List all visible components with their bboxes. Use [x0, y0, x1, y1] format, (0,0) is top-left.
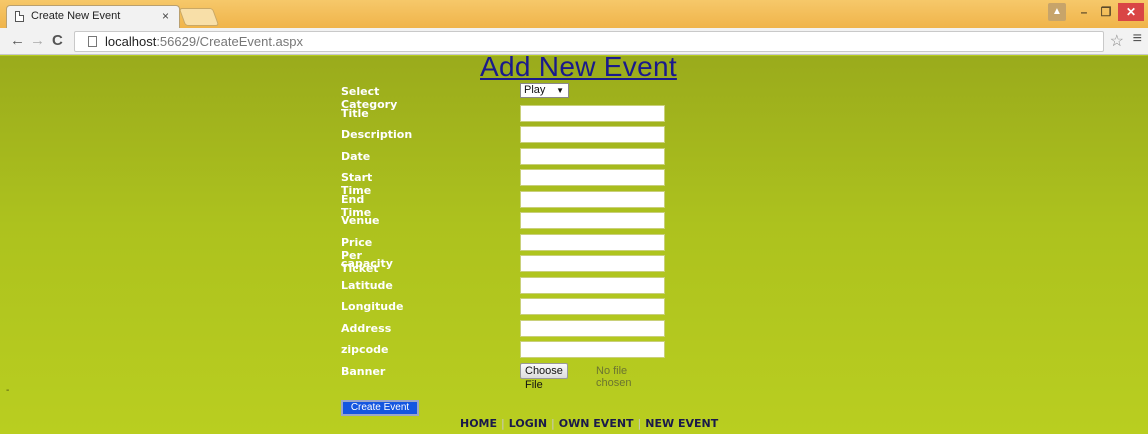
star-icon[interactable]: ☆ — [1110, 31, 1124, 51]
date-label: Date — [341, 149, 371, 163]
choose-file-button[interactable]: Choose File — [520, 362, 568, 391]
create-event-button[interactable]: Create Event — [341, 400, 419, 416]
file-status-text: No file chosen — [596, 364, 632, 389]
back-icon[interactable]: ← — [10, 31, 25, 51]
browser-titlebar: Create New Event × ▲ – ❐ ✕ — [0, 0, 1148, 28]
price-input[interactable] — [520, 233, 665, 251]
title-label: Title — [341, 106, 369, 120]
tab-close-icon[interactable]: × — [162, 6, 169, 27]
category-selected-value: Play — [524, 84, 546, 96]
venue-input[interactable] — [520, 212, 665, 229]
address-label: Address — [341, 321, 392, 335]
longitude-input[interactable] — [520, 298, 665, 315]
window-controls: ▲ – ❐ ✕ — [1048, 3, 1144, 21]
address-input[interactable] — [520, 319, 665, 337]
footer-link-home[interactable]: HOME — [460, 417, 497, 430]
chevron-down-icon: ▼ — [556, 86, 564, 95]
page-title[interactable]: Add New Event — [480, 51, 677, 83]
menu-icon[interactable]: ≡ — [1133, 30, 1142, 48]
page-content: Add New Event Select Category Play ▼ Tit… — [0, 51, 1148, 434]
end-time-input[interactable] — [520, 190, 665, 208]
category-select[interactable]: Play ▼ — [520, 83, 569, 98]
start-time-input[interactable] — [520, 169, 665, 186]
footer-link-new-event[interactable]: NEW EVENT — [645, 417, 718, 430]
user-icon[interactable]: ▲ — [1048, 3, 1066, 21]
page-icon — [15, 11, 24, 22]
footer-separator: | — [551, 417, 555, 430]
latitude-label: Latitude — [341, 278, 393, 292]
title-input[interactable] — [520, 104, 665, 122]
maximize-icon[interactable]: ❐ — [1096, 3, 1116, 21]
capacity-input[interactable] — [520, 255, 665, 272]
forward-icon[interactable]: → — [30, 31, 45, 51]
zipcode-input[interactable] — [520, 341, 665, 358]
page-icon — [88, 36, 97, 47]
footer-nav: HOME | LOGIN | OWN EVENT | NEW EVENT — [460, 417, 718, 430]
zipcode-label: zipcode — [341, 343, 389, 356]
url-host: localhost — [105, 34, 157, 49]
venue-label: Venue — [341, 214, 380, 227]
banner-label: Banner — [341, 364, 386, 378]
tab-title: Create New Event — [31, 10, 121, 22]
capacity-label: capacity — [341, 257, 393, 270]
close-icon[interactable]: ✕ — [1118, 3, 1144, 21]
footer-link-own-event[interactable]: OWN EVENT — [559, 417, 634, 430]
footer-link-login[interactable]: LOGIN — [509, 417, 547, 430]
description-label: Description — [341, 128, 413, 141]
date-input[interactable] — [520, 147, 665, 165]
minimize-icon[interactable]: – — [1074, 3, 1094, 21]
url-input[interactable]: localhost:56629/CreateEvent.aspx — [74, 31, 1104, 52]
longitude-label: Longitude — [341, 300, 404, 313]
description-input[interactable] — [520, 126, 665, 143]
stray-dash: - — [6, 385, 10, 396]
latitude-input[interactable] — [520, 276, 665, 294]
new-tab-button[interactable] — [178, 8, 220, 26]
footer-separator: | — [637, 417, 642, 430]
reload-icon[interactable]: C — [52, 31, 63, 51]
footer-separator: | — [501, 417, 505, 430]
url-path: :56629/CreateEvent.aspx — [156, 34, 304, 49]
browser-tab[interactable]: Create New Event × — [6, 5, 180, 28]
